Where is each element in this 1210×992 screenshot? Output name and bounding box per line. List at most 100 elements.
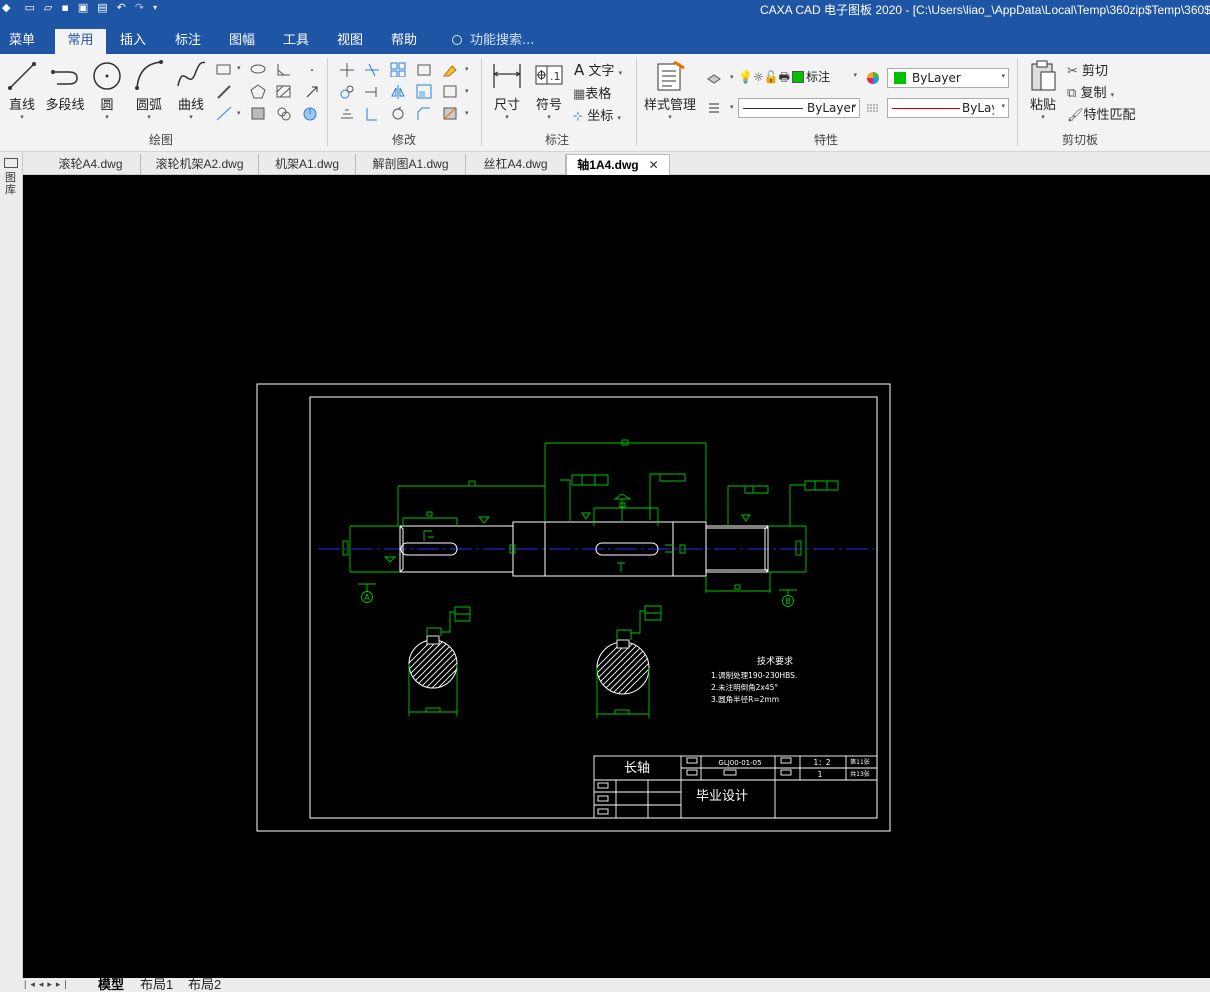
- copy-icon: ⧉: [1067, 86, 1077, 101]
- doc-tab-active[interactable]: 轴1A4.dwg ✕: [566, 154, 670, 175]
- tab-common[interactable]: 常用: [55, 29, 106, 54]
- tech-requirement-3: 3.圆角半径R=2mm: [711, 694, 779, 704]
- sheet-inner-border: [309, 396, 878, 819]
- tab-menu[interactable]: 菜单: [0, 29, 44, 54]
- line-button[interactable]: 直线 ▾: [5, 58, 39, 121]
- layout-tab-model[interactable]: 模型: [98, 977, 124, 992]
- undo-icon[interactable]: ↶: [117, 1, 126, 14]
- polygon-icon[interactable]: [250, 84, 266, 99]
- doc-tab-active-label: 轴1A4.dwg: [577, 158, 639, 172]
- function-search[interactable]: 功能搜索...: [452, 29, 534, 54]
- tab-annotate[interactable]: 标注: [164, 29, 212, 54]
- explode-icon[interactable]: [442, 84, 458, 99]
- text-button[interactable]: A 文字 ▾: [574, 60, 622, 79]
- table-button[interactable]: ▦表格: [573, 83, 611, 102]
- cloud-icon[interactable]: [276, 106, 292, 121]
- pen-icon[interactable]: [216, 84, 232, 99]
- arc-button[interactable]: 圆弧 ▾: [132, 58, 166, 121]
- style-manager-button[interactable]: 样式管理 ▾: [642, 58, 698, 121]
- layout-tab-2[interactable]: 布局2: [188, 977, 221, 992]
- trim-icon[interactable]: [364, 62, 380, 77]
- block-icon[interactable]: [250, 106, 266, 121]
- geometric-tolerance-icon: .1: [535, 65, 563, 85]
- print-icon[interactable]: ▤: [97, 1, 107, 14]
- array-icon[interactable]: [390, 62, 406, 78]
- point-icon[interactable]: [304, 62, 320, 77]
- curve-icon: [177, 61, 206, 87]
- extend-icon[interactable]: [364, 84, 380, 99]
- rotate-icon[interactable]: [390, 106, 406, 121]
- library-icon[interactable]: [4, 158, 18, 168]
- circle-button[interactable]: 圆 ▾: [90, 58, 124, 121]
- ribbon: 直线 ▾ 多段线 圆 ▾ 圆弧 ▾ 曲线 ▾ ▾ ▾ 绘图 ▾ ▾ ▾ 修改 尺…: [0, 54, 1210, 152]
- tab-view[interactable]: 视图: [327, 29, 373, 54]
- rectangle-icon[interactable]: [216, 62, 232, 77]
- dimension-button[interactable]: 尺寸 ▾: [489, 58, 525, 121]
- paste-button[interactable]: 粘贴 ▾: [1025, 58, 1061, 121]
- paste-icon: [1031, 60, 1056, 91]
- angle-line-icon[interactable]: [276, 62, 292, 77]
- coordinate-button[interactable]: ⊹ 坐标 ▾: [573, 105, 621, 124]
- linetype-select[interactable]: ByLayer ▾: [738, 98, 860, 118]
- doc-tab[interactable]: 解剖图A1.dwg: [356, 154, 466, 175]
- match-properties-button[interactable]: 🖌特性匹配: [1067, 104, 1136, 123]
- ellipse-icon[interactable]: [250, 62, 266, 77]
- drawing-canvas[interactable]: A B 技术要求 1.调制处理190-230HBS. 2.未注明倒角2x45° …: [23, 175, 1210, 978]
- scissors-icon: ✂: [1067, 64, 1078, 79]
- layer-select[interactable]: 💡☼🔓🖶 标注 ▾: [738, 68, 860, 88]
- stretch-icon[interactable]: [416, 62, 432, 77]
- tab-sheet[interactable]: 图幅: [219, 29, 265, 54]
- save-all-icon[interactable]: ▣: [78, 1, 88, 14]
- linetype-value: ByLayer: [807, 101, 856, 115]
- copy-label: 复制: [1080, 86, 1107, 101]
- doc-tab[interactable]: 滚轮机架A2.dwg: [141, 154, 259, 175]
- layer-manager-icon[interactable]: [706, 70, 722, 85]
- curve-button[interactable]: 曲线 ▾: [174, 58, 208, 121]
- redo-icon[interactable]: ↷: [135, 1, 144, 14]
- copy-move-icon[interactable]: [339, 84, 355, 99]
- doc-tab[interactable]: 机架A1.dwg: [259, 154, 356, 175]
- move-icon[interactable]: [339, 62, 355, 77]
- doc-tab[interactable]: 滚轮A4.dwg: [41, 154, 141, 175]
- tab-insert[interactable]: 插入: [110, 29, 156, 54]
- app-logo-icon[interactable]: ◆: [2, 1, 10, 14]
- construction-line-icon[interactable]: [216, 106, 232, 121]
- layer-name: 标注: [805, 70, 830, 84]
- section-view-right: [596, 639, 650, 695]
- quick-access-toolbar: ◆ ▭ ▱ ▪ ▣ ▤ ↶ ↷ ▾: [2, 0, 166, 14]
- scale-icon[interactable]: [416, 84, 432, 99]
- copy-button[interactable]: ⧉ 复制 ▾: [1067, 82, 1114, 101]
- color-wheel-icon[interactable]: [865, 70, 881, 85]
- library-panel-label[interactable]: 图库: [5, 172, 17, 196]
- chamfer-icon[interactable]: [416, 106, 432, 121]
- polyline-button[interactable]: 多段线: [44, 58, 86, 113]
- layout-nav-arrows[interactable]: |◂◂▸▸|: [24, 979, 71, 990]
- new-file-icon[interactable]: ▭: [24, 1, 34, 14]
- layout-tab-1[interactable]: 布局1: [140, 977, 173, 992]
- lineweight-select[interactable]: ByLayer▾: [887, 98, 1009, 118]
- arrow-icon[interactable]: [304, 84, 320, 99]
- open-file-icon[interactable]: ▱: [44, 1, 52, 14]
- linestyle-icon[interactable]: [865, 100, 881, 115]
- offset-icon[interactable]: [339, 106, 355, 121]
- close-tab-icon[interactable]: ✕: [649, 158, 659, 172]
- svg-text:.1: .1: [550, 70, 561, 83]
- customize-toolbar-icon[interactable]: ▾: [153, 3, 157, 12]
- table-label: 表格: [585, 87, 612, 102]
- tab-help[interactable]: 帮助: [381, 29, 427, 54]
- title-scale: 1：2: [813, 758, 830, 767]
- hatch-icon[interactable]: [276, 84, 292, 99]
- lineweight-list-icon[interactable]: [706, 100, 722, 115]
- symbol-button[interactable]: .1 符号 ▾: [531, 58, 567, 121]
- doc-tab[interactable]: 丝杠A4.dwg: [466, 154, 566, 175]
- color-select[interactable]: ByLayer ▾: [887, 68, 1009, 88]
- cut-button[interactable]: ✂ 剪切: [1067, 60, 1108, 79]
- break-icon[interactable]: [364, 106, 380, 121]
- save-icon[interactable]: ▪: [61, 1, 68, 14]
- fillet-icon[interactable]: [442, 106, 458, 121]
- pie-icon[interactable]: [302, 106, 318, 121]
- tab-tools[interactable]: 工具: [273, 29, 319, 54]
- polyline-label: 多段线: [45, 98, 85, 113]
- eraser-icon[interactable]: [442, 62, 458, 77]
- mirror-icon[interactable]: [390, 84, 406, 99]
